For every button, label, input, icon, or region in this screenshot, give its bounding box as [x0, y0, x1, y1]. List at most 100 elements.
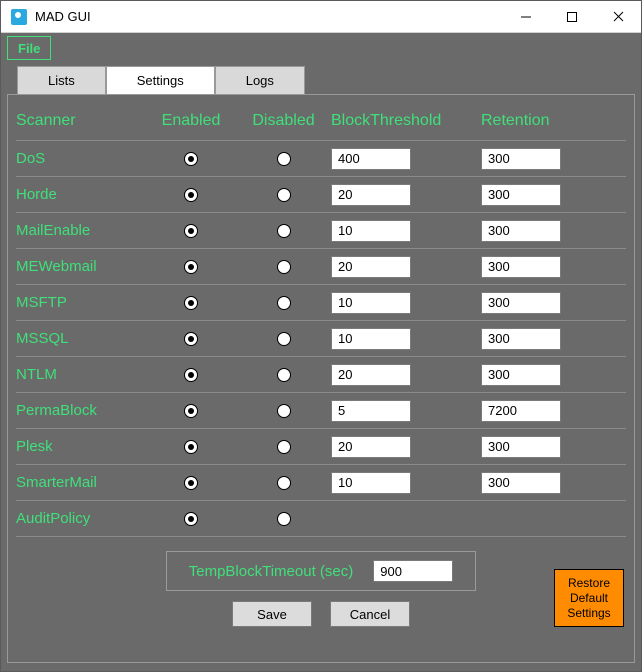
disabled-radio[interactable] [277, 440, 291, 454]
disabled-radio[interactable] [277, 152, 291, 166]
disabled-radio[interactable] [277, 260, 291, 274]
tab-logs[interactable]: Logs [215, 66, 305, 94]
table-row: MSSQL [16, 321, 626, 357]
blockthreshold-cell [331, 220, 481, 242]
table-row: MEWebmail [16, 249, 626, 285]
scanner-name: SmarterMail [16, 472, 146, 493]
disabled-radio[interactable] [277, 476, 291, 490]
blockthreshold-cell [331, 436, 481, 458]
tab-lists[interactable]: Lists [17, 66, 106, 94]
header-scanner: Scanner [16, 108, 146, 134]
disabled-cell [236, 476, 331, 490]
blockthreshold-input[interactable] [331, 292, 411, 314]
save-button[interactable]: Save [232, 601, 312, 627]
retention-input[interactable] [481, 256, 561, 278]
disabled-radio[interactable] [277, 512, 291, 526]
retention-cell [481, 256, 611, 278]
header-disabled: Disabled [236, 108, 331, 134]
blockthreshold-input[interactable] [331, 328, 411, 350]
retention-cell [481, 364, 611, 386]
bottom-area: TempBlockTimeout (sec) Save Cancel Resto… [16, 551, 626, 627]
table-row: SmarterMail [16, 465, 626, 501]
timeout-label: TempBlockTimeout (sec) [189, 563, 354, 580]
blockthreshold-input[interactable] [331, 400, 411, 422]
enabled-cell [146, 152, 236, 166]
retention-input[interactable] [481, 436, 561, 458]
disabled-radio[interactable] [277, 404, 291, 418]
header-retention: Retention [481, 108, 611, 134]
enabled-radio[interactable] [184, 152, 198, 166]
grid-header: Scanner Enabled Disabled BlockThreshold … [16, 101, 626, 141]
blockthreshold-cell [331, 472, 481, 494]
retention-cell [481, 400, 611, 422]
retention-input[interactable] [481, 148, 561, 170]
blockthreshold-input[interactable] [331, 436, 411, 458]
blockthreshold-input[interactable] [331, 220, 411, 242]
retention-cell [481, 184, 611, 206]
disabled-radio[interactable] [277, 188, 291, 202]
button-row: Save Cancel [232, 601, 410, 627]
scanner-name: PermaBlock [16, 400, 146, 421]
disabled-radio[interactable] [277, 368, 291, 382]
enabled-radio[interactable] [184, 296, 198, 310]
window-title: MAD GUI [35, 9, 503, 24]
table-row: Horde [16, 177, 626, 213]
enabled-cell [146, 224, 236, 238]
disabled-radio[interactable] [277, 224, 291, 238]
retention-input[interactable] [481, 364, 561, 386]
enabled-cell [146, 404, 236, 418]
blockthreshold-input[interactable] [331, 364, 411, 386]
disabled-cell [236, 224, 331, 238]
main-window: MAD GUI File Lists Settings Logs Scan [0, 0, 642, 672]
disabled-cell [236, 188, 331, 202]
retention-input[interactable] [481, 220, 561, 242]
enabled-radio[interactable] [184, 404, 198, 418]
retention-input[interactable] [481, 400, 561, 422]
table-row: DoS [16, 141, 626, 177]
enabled-radio[interactable] [184, 260, 198, 274]
enabled-radio[interactable] [184, 224, 198, 238]
maximize-button[interactable] [549, 1, 595, 32]
blockthreshold-cell [331, 364, 481, 386]
blockthreshold-input[interactable] [331, 184, 411, 206]
minimize-button[interactable] [503, 1, 549, 32]
enabled-radio[interactable] [184, 476, 198, 490]
header-blockthreshold: BlockThreshold [331, 108, 481, 134]
retention-cell [481, 220, 611, 242]
restore-defaults-button[interactable]: Restore Default Settings [554, 569, 624, 627]
disabled-radio[interactable] [277, 332, 291, 346]
disabled-radio[interactable] [277, 296, 291, 310]
retention-input[interactable] [481, 184, 561, 206]
enabled-cell [146, 476, 236, 490]
table-row: PermaBlock [16, 393, 626, 429]
enabled-radio[interactable] [184, 332, 198, 346]
blockthreshold-input[interactable] [331, 472, 411, 494]
table-row: MSFTP [16, 285, 626, 321]
retention-input[interactable] [481, 292, 561, 314]
scanner-name: AuditPolicy [16, 508, 146, 529]
tab-settings[interactable]: Settings [106, 66, 215, 94]
retention-input[interactable] [481, 328, 561, 350]
enabled-radio[interactable] [184, 440, 198, 454]
close-button[interactable] [595, 1, 641, 32]
blockthreshold-input[interactable] [331, 256, 411, 278]
disabled-cell [236, 332, 331, 346]
enabled-radio[interactable] [184, 368, 198, 382]
enabled-radio[interactable] [184, 512, 198, 526]
header-enabled: Enabled [146, 108, 236, 134]
scanner-name: NTLM [16, 364, 146, 385]
retention-input[interactable] [481, 472, 561, 494]
retention-cell [481, 436, 611, 458]
timeout-input[interactable] [373, 560, 453, 582]
menu-file[interactable]: File [7, 36, 51, 60]
cancel-button[interactable]: Cancel [330, 601, 410, 627]
minimize-icon [521, 12, 531, 22]
enabled-cell [146, 332, 236, 346]
blockthreshold-input[interactable] [331, 148, 411, 170]
window-buttons [503, 1, 641, 32]
enabled-radio[interactable] [184, 188, 198, 202]
retention-cell [481, 472, 611, 494]
timeout-box: TempBlockTimeout (sec) [166, 551, 477, 591]
disabled-cell [236, 512, 331, 526]
scanner-name: MSSQL [16, 328, 146, 349]
